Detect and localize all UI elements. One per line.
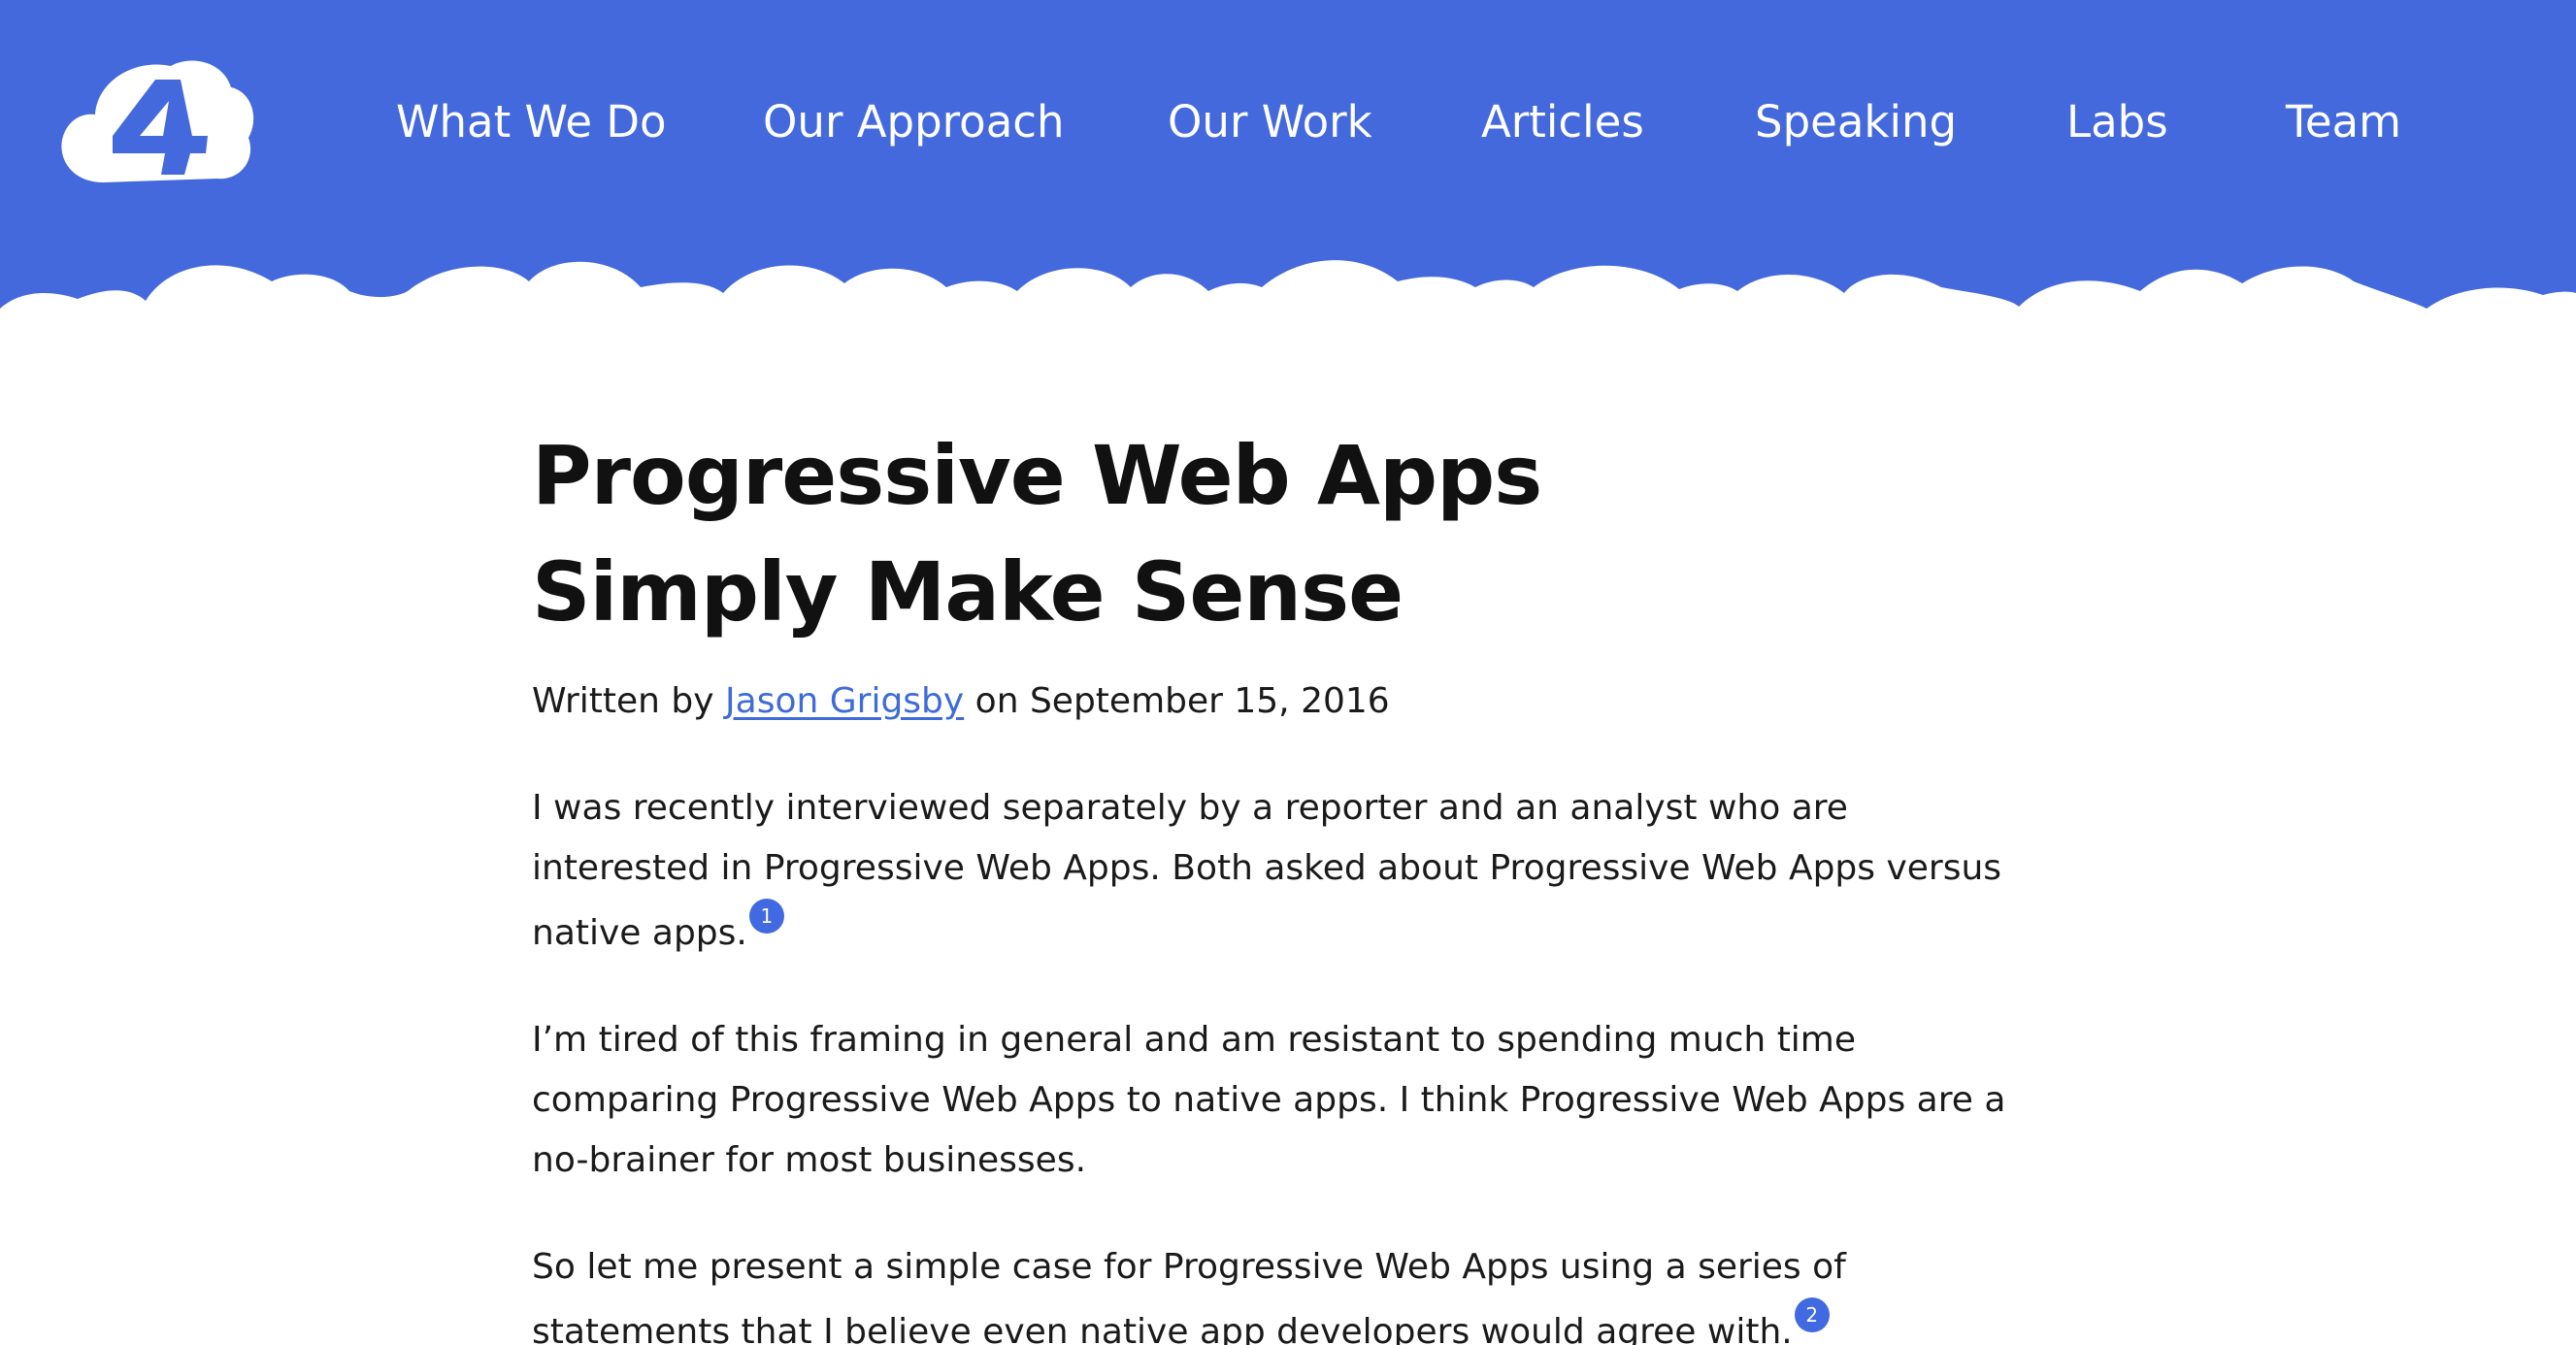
paragraph-1: I was recently interviewed separately by…	[532, 778, 2017, 964]
cloud-header-background	[0, 0, 2576, 320]
paragraph-text: I’m tired of this framing in general and…	[532, 1020, 2006, 1180]
nav-articles[interactable]: Articles	[1481, 91, 1644, 153]
nav-what-we-do[interactable]: What We Do	[396, 91, 667, 153]
footnote-1-badge[interactable]: 1	[748, 899, 784, 934]
main-nav: What We Do Our Approach Our Work Article…	[0, 91, 2576, 153]
nav-speaking[interactable]: Speaking	[1755, 91, 1957, 153]
paragraph-2: I’m tired of this framing in general and…	[532, 1010, 2017, 1191]
article-byline: Written by Jason Grigsby on September 15…	[532, 672, 2017, 732]
byline-date: on September 15, 2016	[964, 681, 1390, 721]
paragraph-3: So let me present a simple case for Prog…	[532, 1237, 2017, 1345]
nav-labs[interactable]: Labs	[2066, 91, 2168, 153]
article-title: Progressive Web Apps Simply Make Sense	[532, 428, 1542, 640]
site-header: What We Do Our Approach Our Work Article…	[0, 0, 2576, 320]
page: What We Do Our Approach Our Work Article…	[0, 0, 2576, 1345]
footnote-2-badge[interactable]: 2	[1794, 1297, 1830, 1332]
byline-prefix: Written by	[532, 681, 726, 721]
article: Progressive Web Apps Simply Make Sense W…	[532, 417, 2017, 1345]
author-link[interactable]: Jason Grigsby	[725, 681, 964, 721]
nav-our-work[interactable]: Our Work	[1168, 91, 1372, 153]
nav-team[interactable]: Team	[2286, 91, 2401, 153]
paragraph-text: So let me present a simple case for Prog…	[532, 1247, 1846, 1345]
paragraph-text: I was recently interviewed separately by…	[532, 788, 2002, 953]
nav-our-approach[interactable]: Our Approach	[763, 91, 1065, 153]
